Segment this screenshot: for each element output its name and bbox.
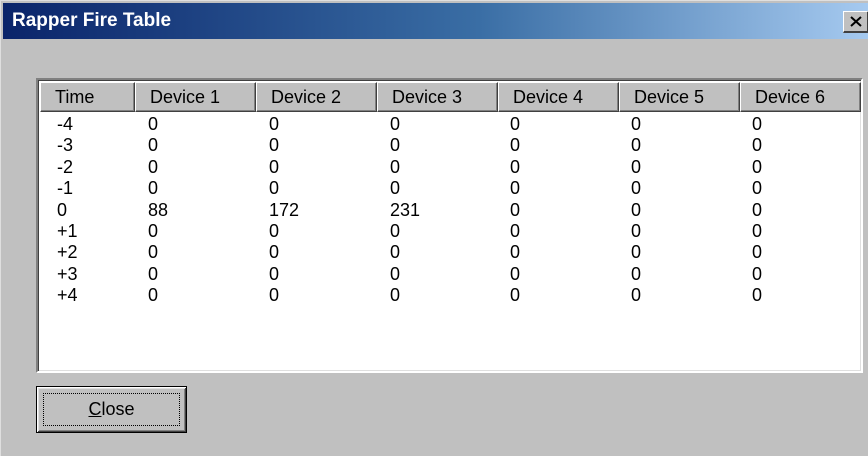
cell-device-6: 0 xyxy=(752,114,763,134)
cell-device-4: 0 xyxy=(510,285,521,306)
cell-device-4: 0 xyxy=(510,220,521,241)
cell-device-1: 0 xyxy=(148,242,159,263)
rapper-fire-table-dialog: Rapper Fire Table Time Device 1 Device 2… xyxy=(0,0,868,456)
cell-time: +3 xyxy=(57,263,78,284)
cell-time: -1 xyxy=(57,178,74,199)
cell-device-5: 0 xyxy=(631,156,642,177)
table-row[interactable]: +1 0 0 0 0 0 0 xyxy=(40,221,861,242)
cell-device-3: 0 xyxy=(390,114,401,134)
cell-device-5: 0 xyxy=(631,178,642,199)
cell-device-3: 0 xyxy=(390,242,401,263)
close-button-label: Close xyxy=(43,393,180,426)
title-bar[interactable]: Rapper Fire Table xyxy=(3,3,868,39)
cell-device-1: 0 xyxy=(148,114,159,134)
cell-device-3: 0 xyxy=(390,156,401,177)
table-row[interactable]: +2 0 0 0 0 0 0 xyxy=(40,242,861,263)
table-row[interactable]: 0 88 172 231 0 0 0 xyxy=(40,200,861,221)
table-header: Time Device 1 Device 2 Device 3 Device 4… xyxy=(40,82,861,112)
column-header-device-3[interactable]: Device 3 xyxy=(377,82,498,112)
fire-table-list[interactable]: Time Device 1 Device 2 Device 3 Device 4… xyxy=(36,78,863,373)
cell-device-1: 88 xyxy=(148,199,169,220)
cell-device-2: 0 xyxy=(269,285,280,306)
close-button[interactable]: Close xyxy=(36,386,187,433)
table-row[interactable]: -3 0 0 0 0 0 0 xyxy=(40,135,861,156)
table-row[interactable]: -4 0 0 0 0 0 0 xyxy=(40,114,861,135)
cell-device-2: 0 xyxy=(269,156,280,177)
cell-device-6: 0 xyxy=(752,199,763,220)
cell-device-6: 0 xyxy=(752,263,763,284)
cell-device-1: 0 xyxy=(148,263,159,284)
cell-device-5: 0 xyxy=(631,263,642,284)
table-body: -4 0 0 0 0 0 0 -3 0 0 0 0 0 0 -2 0 0 0 0 0 0 -1 0 0 0 0 0 0 0 88 172 23… xyxy=(40,114,861,307)
cell-device-4: 0 xyxy=(510,199,521,220)
cell-time: 0 xyxy=(57,199,68,220)
cell-device-2: 172 xyxy=(269,199,300,220)
cell-device-5: 0 xyxy=(631,135,642,156)
cell-time: -2 xyxy=(57,156,74,177)
cell-device-6: 0 xyxy=(752,178,763,199)
cell-device-5: 0 xyxy=(631,242,642,263)
cell-device-5: 0 xyxy=(631,220,642,241)
cell-device-2: 0 xyxy=(269,135,280,156)
table-row[interactable]: -1 0 0 0 0 0 0 xyxy=(40,178,861,199)
cell-time: +4 xyxy=(57,285,78,306)
cell-device-6: 0 xyxy=(752,156,763,177)
cell-device-3: 231 xyxy=(390,199,421,220)
cell-device-2: 0 xyxy=(269,178,280,199)
cell-device-4: 0 xyxy=(510,135,521,156)
cell-device-6: 0 xyxy=(752,242,763,263)
cell-device-2: 0 xyxy=(269,242,280,263)
cell-device-5: 0 xyxy=(631,285,642,306)
table-row[interactable]: -2 0 0 0 0 0 0 xyxy=(40,157,861,178)
cell-time: +1 xyxy=(57,220,78,241)
column-header-device-6[interactable]: Device 6 xyxy=(740,82,861,112)
cell-device-1: 0 xyxy=(148,285,159,306)
column-header-device-2[interactable]: Device 2 xyxy=(256,82,377,112)
cell-device-4: 0 xyxy=(510,178,521,199)
cell-device-3: 0 xyxy=(390,285,401,306)
cell-device-4: 0 xyxy=(510,242,521,263)
cell-time: +2 xyxy=(57,242,78,263)
cell-device-4: 0 xyxy=(510,263,521,284)
cell-device-3: 0 xyxy=(390,135,401,156)
cell-device-3: 0 xyxy=(390,178,401,199)
cell-device-1: 0 xyxy=(148,156,159,177)
column-header-device-4[interactable]: Device 4 xyxy=(498,82,619,112)
cell-device-6: 0 xyxy=(752,285,763,306)
column-header-device-1[interactable]: Device 1 xyxy=(135,82,256,112)
cell-device-5: 0 xyxy=(631,114,642,134)
cell-device-6: 0 xyxy=(752,135,763,156)
cell-device-6: 0 xyxy=(752,220,763,241)
cell-device-1: 0 xyxy=(148,178,159,199)
cell-device-1: 0 xyxy=(148,220,159,241)
cell-device-4: 0 xyxy=(510,114,521,134)
cell-device-1: 0 xyxy=(148,135,159,156)
close-icon xyxy=(850,16,862,27)
cell-device-4: 0 xyxy=(510,156,521,177)
cell-device-5: 0 xyxy=(631,199,642,220)
cell-device-3: 0 xyxy=(390,263,401,284)
cell-device-3: 0 xyxy=(390,220,401,241)
title-close-button[interactable] xyxy=(843,11,868,33)
table-row[interactable]: +4 0 0 0 0 0 0 xyxy=(40,285,861,306)
cell-device-2: 0 xyxy=(269,114,280,134)
column-header-time[interactable]: Time xyxy=(40,82,135,112)
table-row[interactable]: +3 0 0 0 0 0 0 xyxy=(40,264,861,285)
window-title: Rapper Fire Table xyxy=(12,10,172,31)
cell-device-2: 0 xyxy=(269,220,280,241)
cell-device-2: 0 xyxy=(269,263,280,284)
column-header-device-5[interactable]: Device 5 xyxy=(619,82,740,112)
cell-time: -3 xyxy=(57,135,74,156)
cell-time: -4 xyxy=(57,114,74,134)
